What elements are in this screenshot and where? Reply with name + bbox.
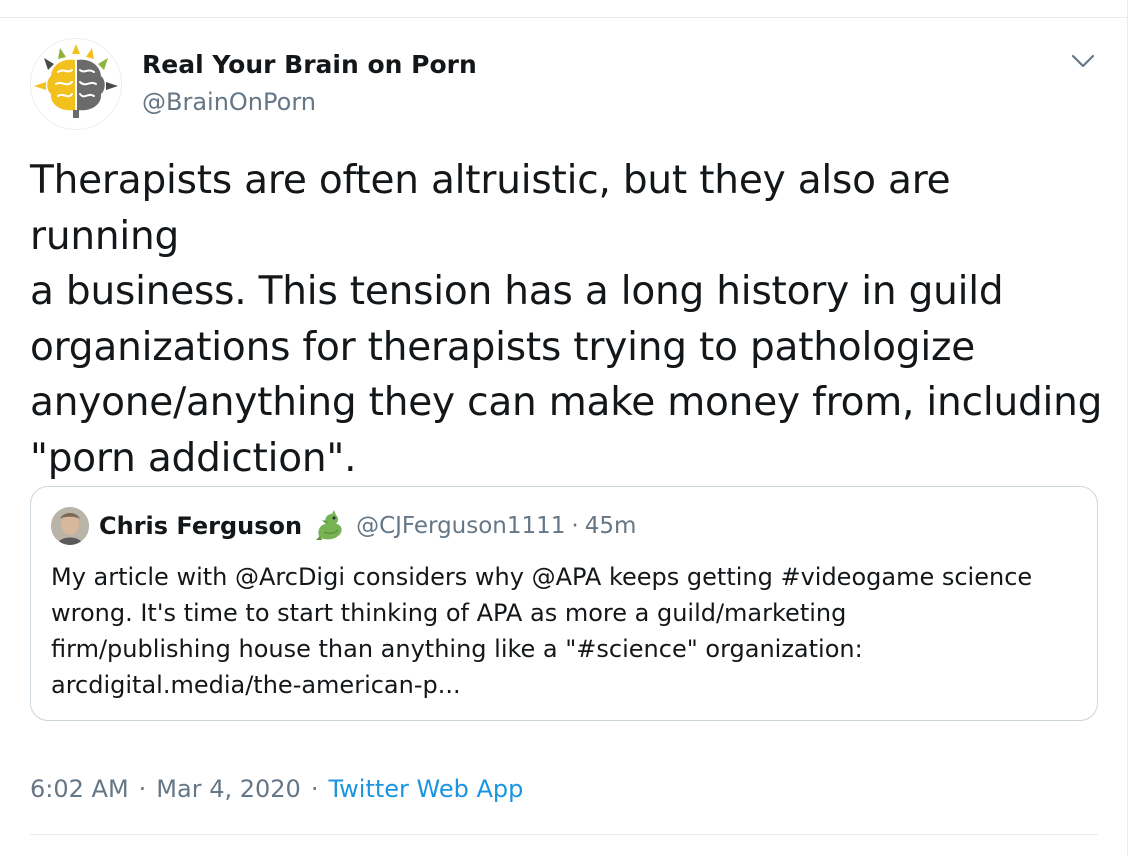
tweet-date[interactable]: Mar 4, 2020 — [156, 775, 301, 803]
meta-separator: · — [138, 775, 147, 803]
quoted-separator: · — [571, 513, 579, 539]
quoted-tweet-header: Chris Ferguson @CJFerguson1111 · 45m — [99, 509, 636, 543]
author-handle[interactable]: @BrainOnPorn — [142, 88, 316, 116]
quoted-tweet-text: My article with @ArcDigi considers why @… — [51, 563, 1033, 699]
quoted-author-name[interactable]: Chris Ferguson — [99, 512, 302, 540]
bottom-divider — [30, 834, 1098, 835]
timeline-border — [1127, 0, 1128, 856]
author-name[interactable]: Real Your Brain on Porn — [142, 50, 477, 79]
top-divider — [0, 17, 1128, 18]
tweet-source-link[interactable]: Twitter Web App — [328, 775, 523, 803]
brain-sun-logo-icon[interactable] — [30, 38, 122, 130]
dragon-emoji-icon — [312, 510, 346, 542]
quoted-author-avatar[interactable] — [51, 507, 89, 545]
chevron-down-icon[interactable] — [1068, 48, 1098, 74]
tweet-detail: Real Your Brain on Porn @BrainOnPorn The… — [0, 0, 1148, 856]
quoted-tweet-card[interactable]: Chris Ferguson @CJFerguson1111 · 45m My … — [30, 486, 1098, 721]
meta-separator: · — [310, 775, 319, 803]
tweet-metadata: 6:02 AM · Mar 4, 2020 · Twitter Web App — [30, 772, 523, 806]
quoted-author-handle[interactable]: @CJFerguson1111 — [356, 513, 565, 539]
tweet-text: Therapists are often altruistic, but the… — [30, 158, 1103, 481]
quoted-timestamp[interactable]: 45m — [585, 513, 637, 539]
tweet-time[interactable]: 6:02 AM — [30, 775, 129, 803]
